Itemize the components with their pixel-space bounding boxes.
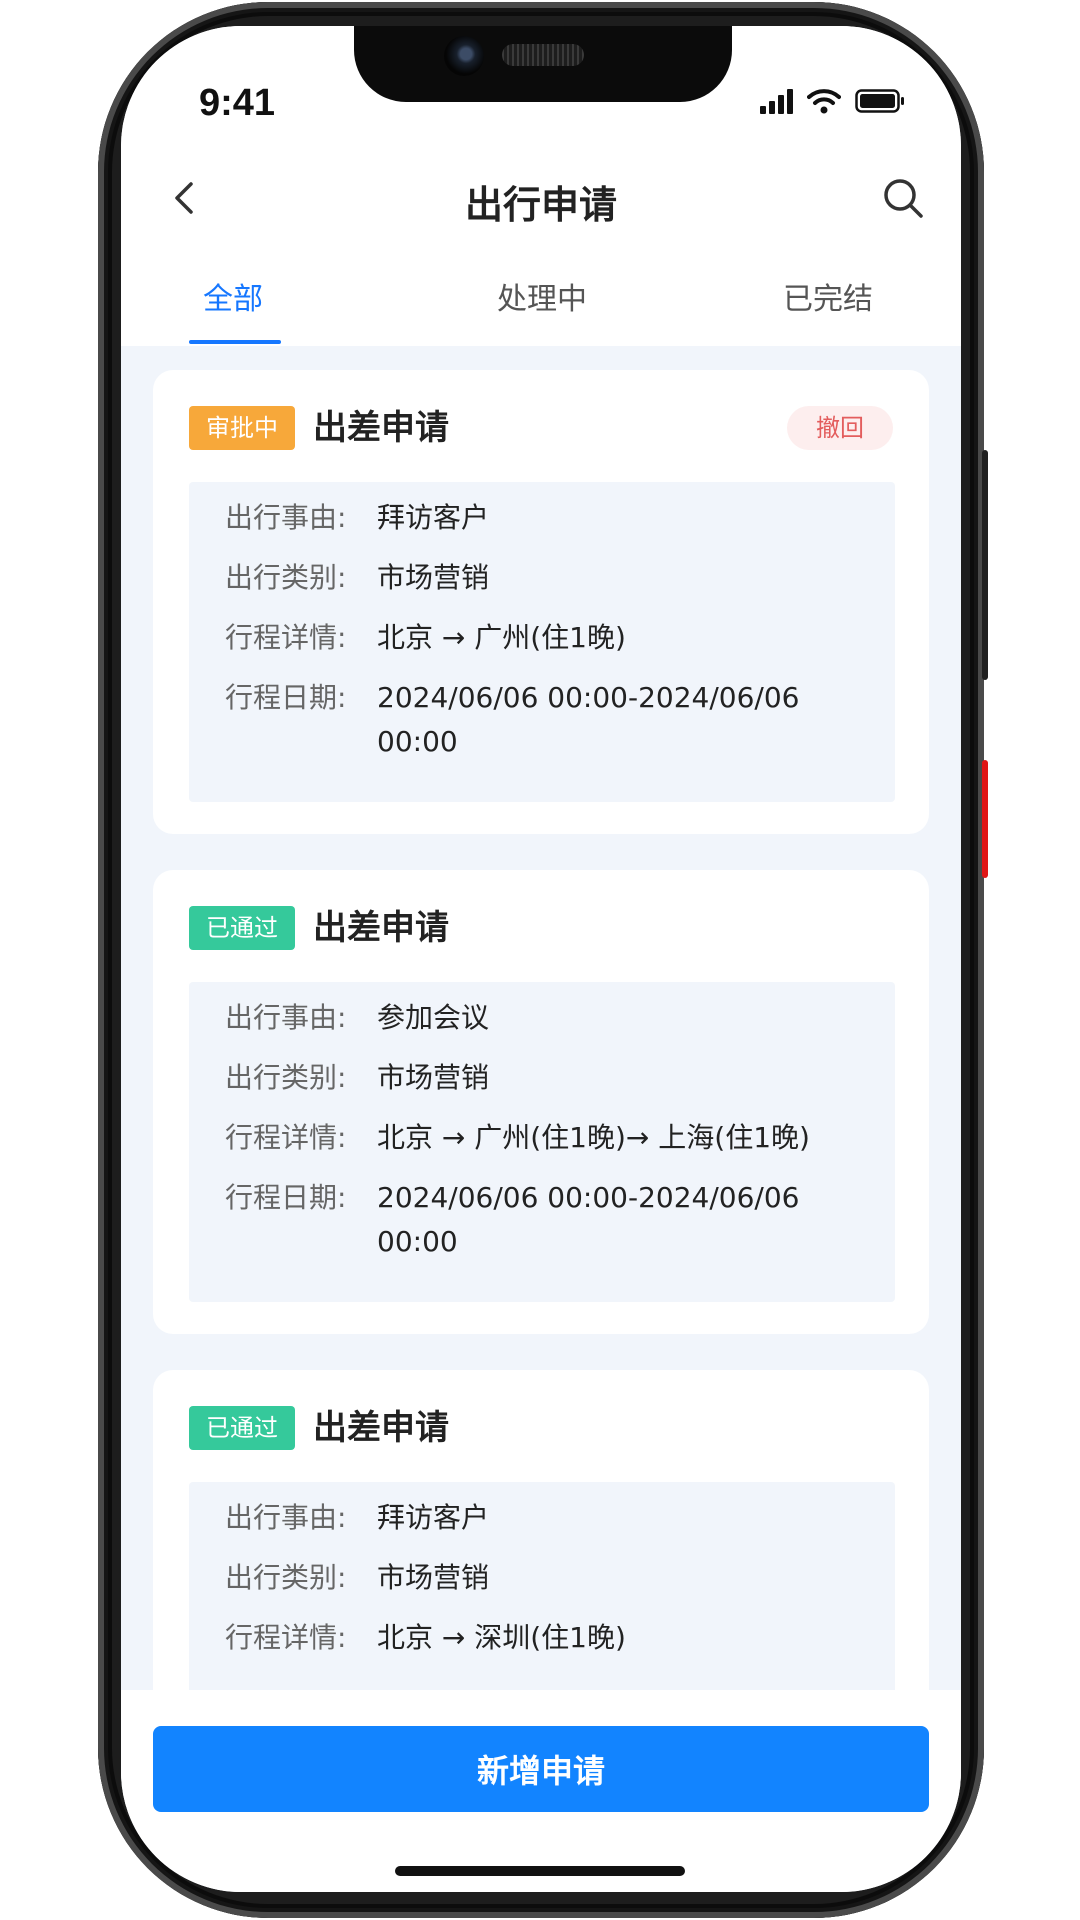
field-label: 行程日期: bbox=[225, 1181, 347, 1214]
status-badge: 审批中 bbox=[189, 406, 295, 450]
info-box: 出行事由: 参加会议 出行类别: 市场营销 行程详情: 北京 → 广州(住1晚)… bbox=[189, 982, 895, 1302]
field-label: 行程日期: bbox=[225, 681, 347, 714]
field-value: 市场营销 bbox=[377, 1061, 490, 1094]
new-application-button[interactable]: 新增申请 bbox=[153, 1726, 929, 1812]
speaker-grille bbox=[502, 44, 584, 66]
field-value: 北京 → 广州(住1晚) bbox=[377, 621, 626, 654]
wifi-icon bbox=[807, 89, 841, 114]
search-icon[interactable] bbox=[881, 176, 925, 220]
field-label: 出行事由: bbox=[225, 501, 347, 534]
tab-bar: 全部 处理中 已完结 bbox=[121, 250, 961, 346]
field-value: 市场营销 bbox=[377, 561, 490, 594]
field-value: 北京 → 深圳(住1晚) bbox=[377, 1621, 626, 1654]
field-value: 参加会议 bbox=[377, 1001, 490, 1034]
card-header: 已通过 出差申请 bbox=[189, 1406, 893, 1450]
status-badge: 已通过 bbox=[189, 1406, 295, 1450]
tab-all[interactable]: 全部 bbox=[203, 274, 263, 318]
status-time: 9:41 bbox=[199, 82, 276, 124]
side-button bbox=[982, 450, 988, 680]
info-box: 出行事由: 拜访客户 出行类别: 市场营销 行程详情: 北京 → 深圳(住1晚) bbox=[189, 1482, 895, 1690]
field-label: 出行类别: bbox=[225, 561, 347, 594]
card-title: 出差申请 bbox=[313, 1408, 449, 1448]
side-button-accent bbox=[982, 760, 988, 878]
tab-active-indicator bbox=[189, 340, 281, 344]
withdraw-button[interactable]: 撤回 bbox=[787, 406, 893, 450]
field-label: 行程详情: bbox=[225, 1121, 347, 1154]
header: 出行申请 bbox=[121, 146, 961, 250]
field-label: 行程详情: bbox=[225, 1621, 347, 1654]
field-value: 拜访客户 bbox=[377, 1501, 490, 1534]
front-camera-icon bbox=[444, 36, 484, 76]
card-title: 出差申请 bbox=[313, 408, 449, 448]
field-label: 出行类别: bbox=[225, 1061, 347, 1094]
card-title: 出差申请 bbox=[313, 908, 449, 948]
page-title: 出行申请 bbox=[464, 183, 617, 227]
field-value: 2024/06/06 00:00-2024/06/06 00:00 bbox=[377, 1181, 800, 1258]
application-card[interactable]: 审批中 出差申请 撤回 出行事由: 拜访客户 出行类别: 市场营销 行程详情: … bbox=[153, 370, 929, 834]
tab-completed[interactable]: 已完结 bbox=[783, 274, 873, 318]
field-value: 市场营销 bbox=[377, 1561, 490, 1594]
notch bbox=[354, 26, 732, 102]
status-badge: 已通过 bbox=[189, 906, 295, 950]
phone-screen: 9:41 出行申请 全部 处理中 已完结 审批中 出差申请 撤回 出行事由: 拜… bbox=[121, 26, 961, 1892]
cellular-signal-icon bbox=[760, 88, 793, 114]
application-card[interactable]: 已通过 出差申请 出行事由: 参加会议 出行类别: 市场营销 行程详情: 北京 … bbox=[153, 870, 929, 1334]
field-label: 行程详情: bbox=[225, 621, 347, 654]
application-list: 审批中 出差申请 撤回 出行事由: 拜访客户 出行类别: 市场营销 行程详情: … bbox=[121, 346, 961, 1690]
home-indicator[interactable] bbox=[395, 1866, 685, 1876]
field-value: 2024/06/06 00:00-2024/06/06 00:00 bbox=[377, 681, 800, 758]
field-label: 出行类别: bbox=[225, 1561, 347, 1594]
card-header: 审批中 出差申请 撤回 bbox=[189, 406, 893, 450]
bottom-bar: 新增申请 bbox=[121, 1690, 961, 1892]
info-box: 出行事由: 拜访客户 出行类别: 市场营销 行程详情: 北京 → 广州(住1晚)… bbox=[189, 482, 895, 802]
card-header: 已通过 出差申请 bbox=[189, 906, 893, 950]
field-label: 出行事由: bbox=[225, 1001, 347, 1034]
tab-processing[interactable]: 处理中 bbox=[497, 274, 587, 318]
field-label: 出行事由: bbox=[225, 1501, 347, 1534]
status-icons bbox=[760, 88, 905, 114]
application-card[interactable]: 已通过 出差申请 出行事由: 拜访客户 出行类别: 市场营销 行程详情: 北京 … bbox=[153, 1370, 929, 1690]
battery-icon bbox=[855, 89, 904, 113]
field-value: 北京 → 广州(住1晚)→ 上海(住1晚) bbox=[377, 1121, 810, 1154]
field-value: 拜访客户 bbox=[377, 501, 490, 534]
